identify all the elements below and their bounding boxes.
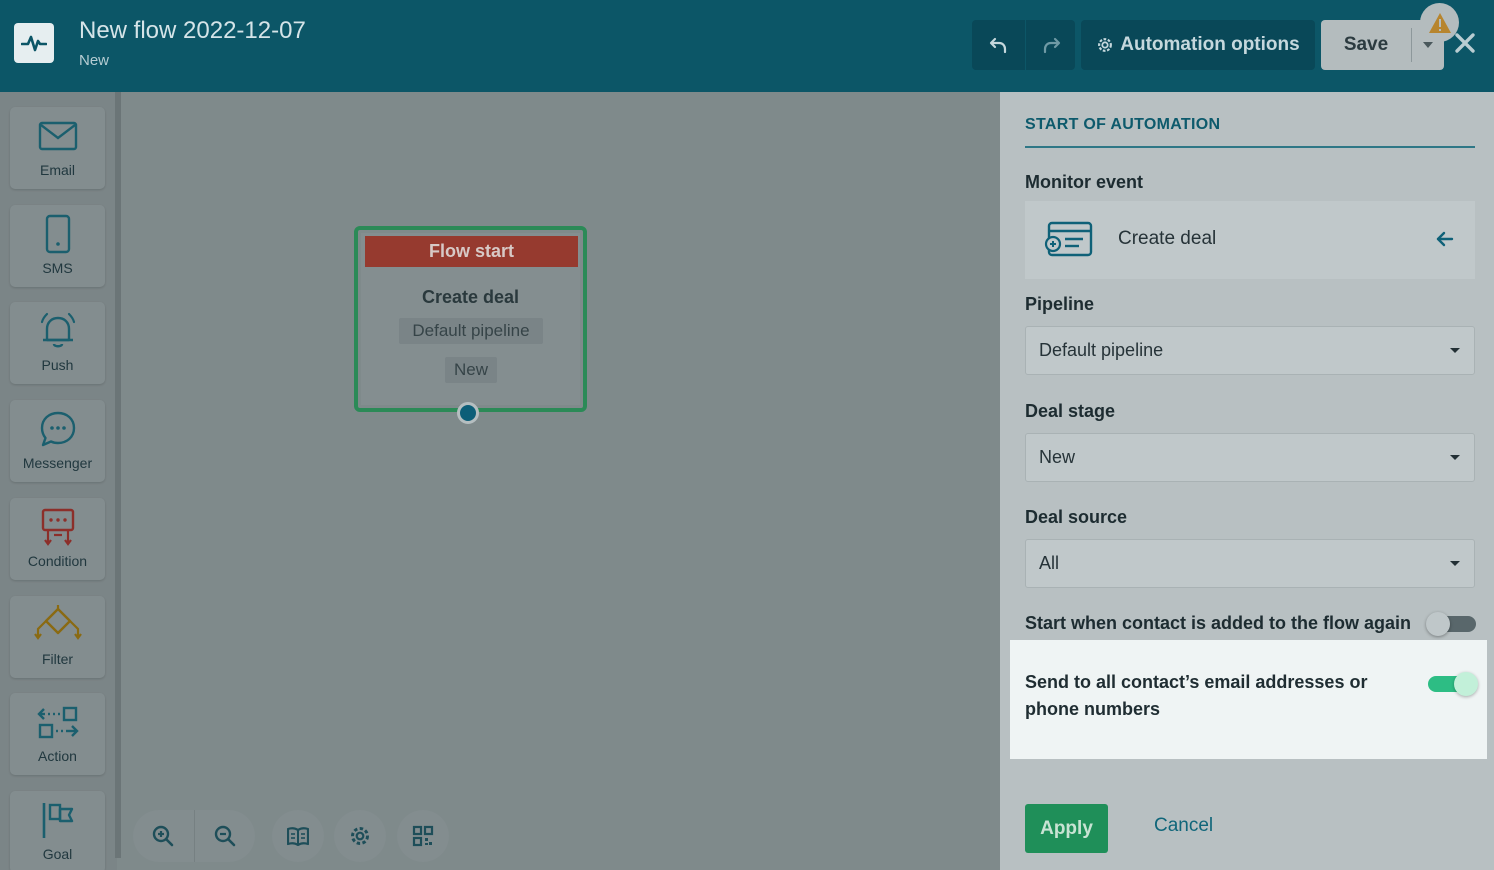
caret-down-icon	[1450, 455, 1460, 460]
redo-button[interactable]	[1026, 20, 1075, 70]
apply-button[interactable]: Apply	[1025, 804, 1108, 853]
close-icon	[1455, 33, 1475, 53]
pipeline-label: Pipeline	[1025, 294, 1095, 314]
node-stage-chip: New	[445, 357, 497, 383]
send-all-toggle[interactable]	[1428, 672, 1478, 696]
flow-start-node[interactable]: Flow start Create deal Default pipeline …	[354, 226, 587, 424]
grid-layout-icon	[412, 825, 434, 847]
deal-stage-select[interactable]: New	[1025, 433, 1475, 482]
palette-label: Messenger	[22, 455, 93, 471]
change-event-button[interactable]	[1435, 229, 1457, 251]
deal-stage-label: Deal stage	[1025, 401, 1116, 421]
zoom-in-button[interactable]	[133, 810, 194, 862]
caret-down-icon	[1423, 42, 1433, 48]
cancel-button[interactable]: Cancel	[1154, 815, 1213, 837]
gear-icon	[351, 827, 369, 845]
zoom-out-icon	[214, 825, 236, 847]
deal-card-icon	[1043, 220, 1095, 260]
close-button[interactable]	[1450, 28, 1480, 58]
condition-icon	[10, 506, 105, 548]
caret-down-icon	[1450, 561, 1460, 566]
automation-options-button[interactable]: Automation options	[1081, 20, 1315, 70]
section-divider	[1025, 146, 1475, 148]
save-button[interactable]: Save	[1321, 20, 1411, 70]
palette-item-action[interactable]: Action	[10, 693, 105, 775]
palette-label: Push	[41, 357, 74, 373]
push-icon	[10, 310, 105, 352]
flow-status: New	[79, 52, 110, 69]
filter-icon	[10, 604, 105, 646]
node-pipeline-chip: Default pipeline	[399, 318, 543, 344]
palette-label: Action	[38, 748, 77, 764]
palette-item-push[interactable]: Push	[10, 302, 105, 384]
palette-item-filter[interactable]: Filter	[10, 596, 105, 678]
pipeline-select-value: Default pipeline	[1039, 340, 1164, 360]
palette-item-goal[interactable]: Goal	[10, 791, 105, 870]
panel-footer: Apply Cancel	[1000, 792, 1494, 870]
automation-options-label: Automation options	[1120, 34, 1300, 55]
deal-stage-select-value: New	[1039, 447, 1076, 467]
palette-item-sms[interactable]: SMS	[10, 205, 105, 287]
toggle-knob	[1454, 672, 1478, 696]
palette-label: Goal	[42, 846, 73, 862]
toggle-knob	[1426, 612, 1450, 636]
undo-icon	[989, 37, 1006, 54]
send-all-label: Send to all contact’s email addresses or…	[1025, 672, 1368, 719]
monitor-event-value: Create deal	[1118, 228, 1217, 249]
palette-scrollbar[interactable]	[115, 92, 121, 858]
goal-icon	[10, 799, 105, 841]
flow-title[interactable]: New flow 2022-12-07	[79, 17, 306, 45]
monitor-event-label: Monitor event	[1025, 172, 1144, 192]
palette-item-condition[interactable]: Condition	[10, 498, 105, 580]
zoom-in-icon	[153, 825, 174, 847]
palette-label: SMS	[42, 260, 73, 276]
node-output-port[interactable]	[457, 402, 479, 424]
zoom-controls	[133, 810, 255, 862]
palette-item-email[interactable]: Email	[10, 107, 105, 189]
deal-source-label: Deal source	[1025, 507, 1128, 527]
arrow-left-icon	[1436, 231, 1454, 247]
restart-toggle[interactable]	[1426, 612, 1476, 636]
pipeline-select[interactable]: Default pipeline	[1025, 326, 1475, 375]
node-event: Create deal	[421, 287, 520, 307]
book-icon	[287, 827, 309, 846]
caret-down-icon	[1450, 348, 1460, 353]
palette-item-messenger[interactable]: Messenger	[10, 400, 105, 482]
action-icon	[10, 701, 105, 743]
top-bar: New flow 2022-12-07 New Automation optio…	[0, 0, 1494, 92]
element-palette: Email SMS Push Messenger Condition Filte…	[0, 92, 117, 870]
zoom-out-button[interactable]	[194, 810, 255, 862]
sms-icon	[10, 213, 105, 255]
warning-icon	[1428, 12, 1451, 33]
restart-toggle-label: Start when contact is added to the flow …	[1025, 613, 1412, 633]
flow-logo-icon	[14, 23, 54, 63]
deal-source-select-value: All	[1039, 553, 1060, 573]
gear-icon	[1098, 38, 1113, 52]
messenger-icon	[10, 408, 105, 450]
send-all-option-card: Send to all contact’s email addresses or…	[1010, 640, 1487, 759]
layout-button[interactable]	[397, 810, 449, 862]
undo-button[interactable]	[972, 20, 1025, 70]
palette-label: Filter	[41, 651, 74, 667]
node-header: Flow start	[365, 236, 578, 267]
guide-button[interactable]	[272, 810, 324, 862]
canvas-settings-button[interactable]	[334, 810, 386, 862]
palette-label: Condition	[27, 553, 88, 569]
deal-source-select[interactable]: All	[1025, 539, 1475, 588]
monitor-event-selector[interactable]: Create deal	[1025, 201, 1475, 279]
redo-icon	[1043, 37, 1060, 54]
palette-label: Email	[39, 162, 75, 178]
panel-section-title: START OF AUTOMATION	[1025, 116, 1221, 133]
email-icon	[10, 115, 105, 157]
